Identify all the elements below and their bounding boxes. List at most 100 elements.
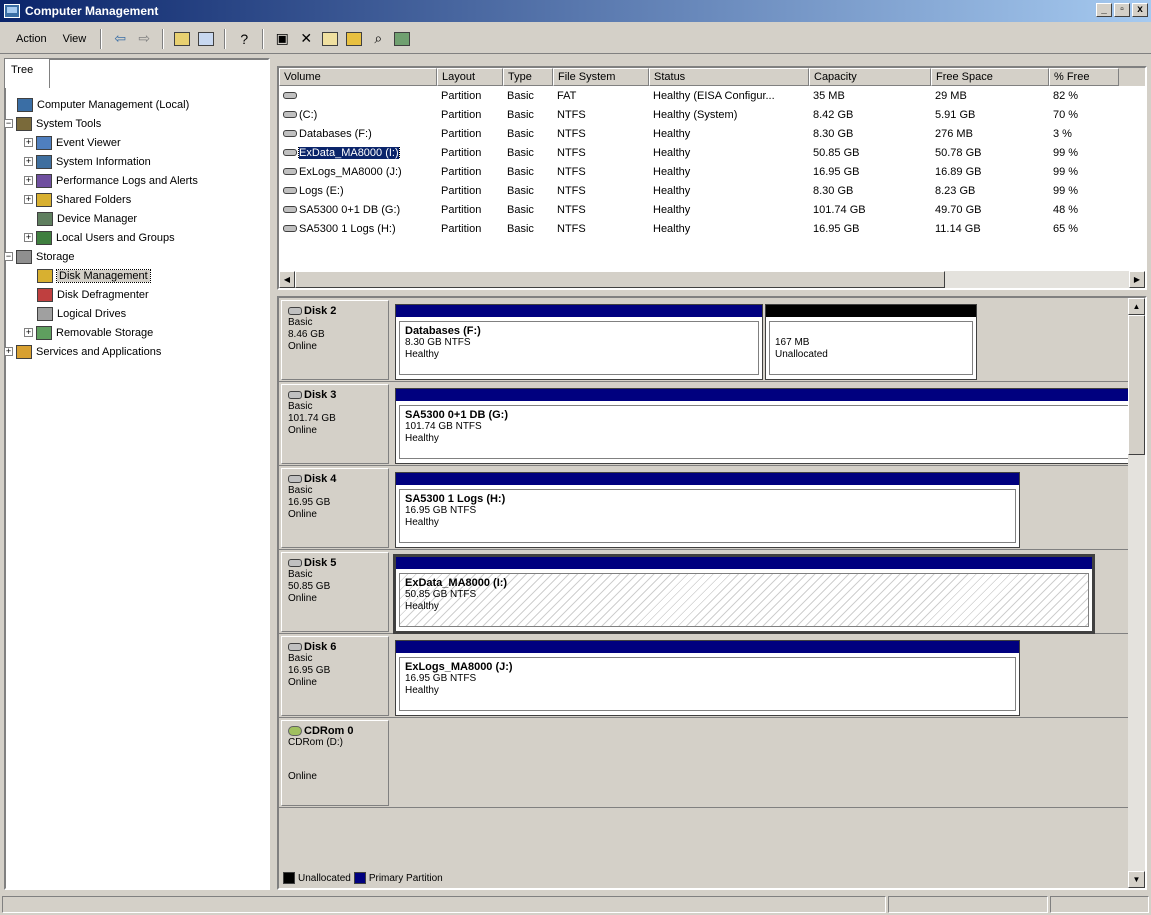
maximize-button[interactable]: ▫: [1114, 3, 1130, 17]
table-cell: 16.95 GB: [813, 222, 860, 235]
tree-node[interactable]: − System Tools: [4, 114, 198, 133]
expand-icon[interactable]: +: [24, 195, 33, 204]
table-row[interactable]: Partition Basic FAT Healthy (EISA Configur.…: [279, 86, 1145, 105]
disk-row[interactable]: Disk 3 Basic 101.74 GB Online SA5300 0+1 DB …: [279, 382, 1135, 466]
table-cell: 8.23 GB: [935, 184, 976, 197]
disk-info[interactable]: Disk 2 Basic 8.46 GB Online: [281, 300, 389, 380]
show-hide-tree-icon[interactable]: [195, 28, 217, 50]
table-cell: NTFS: [557, 222, 586, 235]
search-icon[interactable]: ⌕: [367, 28, 389, 50]
column-header[interactable]: Type: [503, 68, 553, 86]
tree-node[interactable]: Device Manager: [4, 209, 198, 228]
disk-row[interactable]: Disk 4 Basic 16.95 GB Online SA5300 1 Logs (…: [279, 466, 1134, 550]
disk-info[interactable]: Disk 3 Basic 101.74 GB Online: [281, 384, 389, 464]
minimize-button[interactable]: _: [1096, 3, 1112, 17]
table-row[interactable]: ExLogs_MA8000 (J:) Partition Basic NTFS Heal…: [279, 162, 1145, 181]
scroll-thumb[interactable]: [295, 271, 945, 288]
tree-node[interactable]: + System Information: [4, 152, 198, 171]
disk-icon[interactable]: [391, 28, 413, 50]
tree-node[interactable]: + Local Users and Groups: [4, 228, 198, 247]
tree-node[interactable]: Logical Drives: [4, 304, 198, 323]
expand-icon[interactable]: +: [24, 157, 33, 166]
scroll-left-icon[interactable]: ◀: [279, 271, 295, 288]
legend-primary: Primary Partition: [368, 872, 443, 884]
tree-node[interactable]: + Services and Applications: [4, 342, 198, 361]
table-row[interactable]: Logs (E:) Partition Basic NTFS Healthy 8.30 G…: [279, 181, 1145, 200]
disk-row[interactable]: Disk 6 Basic 16.95 GB Online ExLogs_MA8000 (…: [279, 634, 1134, 718]
unallocated-space[interactable]: 167 MB Unallocated: [765, 304, 977, 380]
partition[interactable]: ExLogs_MA8000 (J:) 16.95 GB NTFS Healthy: [395, 640, 1020, 716]
tree-node[interactable]: Disk Defragmenter: [4, 285, 198, 304]
close-button[interactable]: x: [1132, 3, 1148, 17]
action-menu[interactable]: Action: [8, 31, 55, 47]
table-row[interactable]: SA5300 0+1 DB (G:) Partition Basic NTFS Heal…: [279, 200, 1145, 219]
disk-info[interactable]: Disk 6 Basic 16.95 GB Online: [281, 636, 389, 716]
table-row[interactable]: Databases (F:) Partition Basic NTFS Healthy 8…: [279, 124, 1145, 143]
forward-arrow-icon[interactable]: ⇨: [133, 28, 155, 50]
partition[interactable]: SA5300 0+1 DB (G:) 101.74 GB NTFS Healthy: [395, 388, 1135, 464]
partition-status: Healthy: [405, 601, 439, 612]
expand-icon[interactable]: +: [24, 138, 33, 147]
up-folder-icon[interactable]: [171, 28, 193, 50]
volume-name: ExLogs_MA8000 (J:): [299, 165, 402, 178]
unallocated-swatch: [283, 872, 295, 884]
column-header[interactable]: % Free: [1049, 68, 1119, 86]
column-header[interactable]: Free Space: [931, 68, 1049, 86]
volume-list[interactable]: Volume Layout Type File System Status Capacit…: [277, 66, 1147, 290]
collapse-icon[interactable]: −: [4, 119, 13, 128]
expand-icon[interactable]: +: [24, 233, 33, 242]
expand-icon[interactable]: +: [24, 176, 33, 185]
volume-icon: [283, 187, 297, 195]
refresh-icon[interactable]: ▣: [271, 28, 293, 50]
scroll-right-icon[interactable]: ▶: [1129, 271, 1145, 288]
tree-node[interactable]: + Event Viewer: [4, 133, 198, 152]
table-cell: FAT: [557, 89, 577, 102]
disk-graphical-view[interactable]: Disk 2 Basic 8.46 GB Online Databases (F:) 8.…: [277, 296, 1147, 890]
tree-node[interactable]: − Storage: [4, 247, 198, 266]
partition[interactable]: ExData_MA8000 (I:) 50.85 GB NTFS Healthy: [393, 554, 1095, 634]
tree-node[interactable]: Computer Management (Local): [4, 95, 198, 114]
scroll-thumb[interactable]: [1128, 315, 1145, 455]
scroll-up-icon[interactable]: ▲: [1128, 298, 1145, 315]
disk-row[interactable]: Disk 5 Basic 50.85 GB Online ExData_MA8000 (…: [279, 550, 1134, 634]
help-icon[interactable]: ?: [233, 28, 255, 50]
expand-icon[interactable]: +: [24, 328, 33, 337]
tree-node-label: Storage: [36, 250, 75, 263]
column-header[interactable]: Layout: [437, 68, 503, 86]
properties-icon[interactable]: [319, 28, 341, 50]
table-row[interactable]: (C:) Partition Basic NTFS Healthy (System) 8.…: [279, 105, 1145, 124]
cdrom-info[interactable]: CDRom 0 CDRom (D:) Online: [281, 720, 389, 806]
disk-info[interactable]: Disk 4 Basic 16.95 GB Online: [281, 468, 389, 548]
tab-tree[interactable]: Tree: [4, 58, 50, 88]
tree-node[interactable]: + Shared Folders: [4, 190, 198, 209]
column-header[interactable]: File System: [553, 68, 649, 86]
column-header[interactable]: Volume: [279, 68, 437, 86]
open-folder-icon[interactable]: [343, 28, 365, 50]
partition-name: ExData_MA8000 (I:): [405, 577, 508, 589]
disk-size: 8.46 GB: [288, 329, 325, 340]
partition[interactable]: SA5300 1 Logs (H:) 16.95 GB NTFS Healthy: [395, 472, 1020, 548]
tree-node[interactable]: + Removable Storage: [4, 323, 198, 342]
disk-row[interactable]: Disk 2 Basic 8.46 GB Online Databases (F:) 8.…: [279, 298, 1134, 382]
partition[interactable]: Databases (F:) 8.30 GB NTFS Healthy: [395, 304, 763, 380]
scroll-down-icon[interactable]: ▼: [1128, 871, 1145, 888]
disk-type: Basic: [288, 401, 313, 412]
expand-icon[interactable]: +: [4, 347, 13, 356]
column-header[interactable]: Status: [649, 68, 809, 86]
vertical-scrollbar[interactable]: ▲ ▼: [1128, 298, 1145, 888]
tree-node[interactable]: + Performance Logs and Alerts: [4, 171, 198, 190]
tree-node[interactable]: Disk Management: [4, 266, 198, 285]
back-arrow-icon[interactable]: ⇦: [109, 28, 131, 50]
collapse-icon[interactable]: −: [4, 252, 13, 261]
delete-icon[interactable]: ✕: [295, 28, 317, 50]
disk-info[interactable]: Disk 5 Basic 50.85 GB Online: [281, 552, 389, 632]
view-menu[interactable]: View: [55, 31, 95, 47]
table-row[interactable]: SA5300 1 Logs (H:) Partition Basic NTFS Heal…: [279, 219, 1145, 238]
column-header[interactable]: Capacity: [809, 68, 931, 86]
disk-name: Disk 5: [288, 557, 382, 569]
toolbar-separator: [100, 28, 103, 49]
cdrom-row[interactable]: CDRom 0 CDRom (D:) Online: [279, 718, 1134, 808]
table-row[interactable]: ExData_MA8000 (I:) Partition Basic NTFS Heal…: [279, 143, 1145, 162]
horizontal-scrollbar[interactable]: ◀ ▶: [279, 271, 1145, 288]
cdrom-icon: [288, 726, 302, 736]
